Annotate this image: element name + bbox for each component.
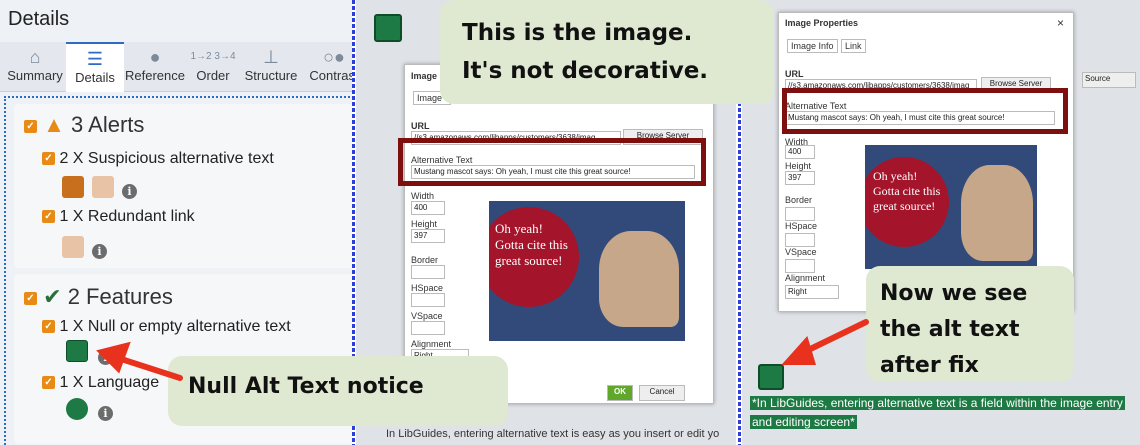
arrowhead: [96, 341, 131, 374]
annotation-arrows: [96, 319, 869, 381]
arrowhead: [781, 336, 817, 365]
